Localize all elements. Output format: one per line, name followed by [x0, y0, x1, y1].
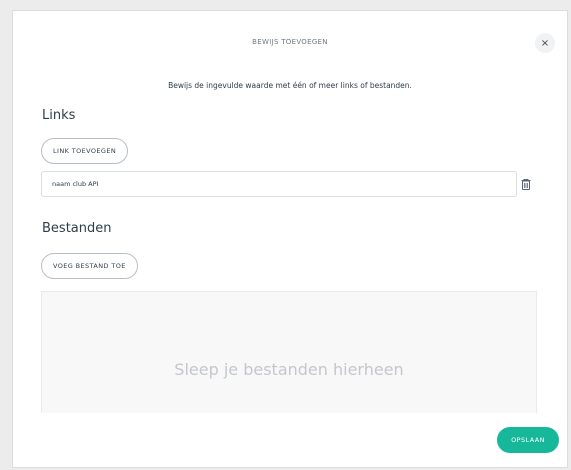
links-heading: Links — [42, 108, 76, 123]
files-heading: Bestanden — [42, 221, 112, 236]
trash-icon — [521, 179, 531, 190]
close-icon: × — [540, 37, 550, 49]
dialog-intro: Bewijs de ingevulde waarde met één of me… — [168, 81, 412, 90]
link-input[interactable] — [41, 171, 517, 197]
add-link-button[interactable]: LINK TOEVOEGEN — [41, 138, 129, 164]
dialog-title: BEWIJS TOEVOEGEN — [252, 38, 328, 46]
save-button[interactable]: OPSLAAN — [497, 427, 559, 453]
file-dropzone[interactable]: Sleep je bestanden hierheen — [41, 291, 537, 413]
dropzone-text: Sleep je bestanden hierheen — [174, 360, 404, 379]
close-button[interactable]: × — [535, 33, 555, 53]
add-file-button[interactable]: VOEG BESTAND TOE — [41, 253, 138, 279]
delete-link-button[interactable] — [519, 177, 533, 191]
proof-dialog: BEWIJS TOEVOEGEN × Bewijs de ingevulde w… — [12, 10, 568, 468]
